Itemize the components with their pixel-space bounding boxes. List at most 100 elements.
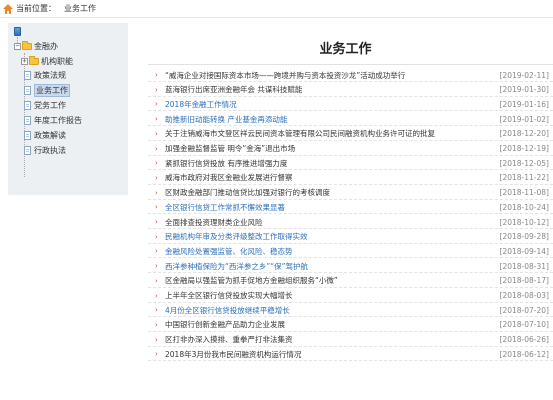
news-row[interactable]: › 上半年全区银行信贷投放实现大幅增长 [2018-08-03] [148,290,553,303]
news-date: [2018-06-12] [499,349,549,359]
breadcrumb-current[interactable]: 业务工作 [64,3,96,14]
bullet-icon: › [155,188,158,197]
news-title-link[interactable]: 金融风险处置强监管、化风险、稳态势 [165,246,473,257]
bullet-icon: › [155,115,158,124]
news-row[interactable]: › 中国银行创新金融产品助力企业发展 [2018-07-10] [148,319,553,332]
bullet-icon: › [155,71,158,79]
sidebar: − 金融办 + 机构职能 政策法规 业务工作 党务工作 年度工作报告 政策解读 … [8,23,128,195]
news-row[interactable]: › 助推新旧动能转换 产业基金再添动能 [2019-01-02] [148,113,553,127]
home-icon [3,3,13,14]
bullet-icon: › [155,85,158,94]
news-title-link[interactable]: 区打非办深入摸排、重拳严打非法集资 [165,334,473,345]
news-row[interactable]: › 全面排查投资理财类企业风险 [2018-10-12] [148,216,553,229]
news-date: [2018-08-17] [499,276,549,286]
news-date: [2018-08-31] [499,261,549,271]
news-row[interactable]: › 区财政金融部门推动信贷比加强对银行的考核调度 [2018-11-08] [148,187,553,200]
sidebar-item-dangwu[interactable]: 党务工作 [24,99,66,111]
bullet-icon: › [155,218,158,226]
news-date: [2018-11-22] [499,173,549,183]
news-title-link[interactable]: 威海市政府对我区金融业发展进行督察 [165,172,473,183]
news-title-link[interactable]: 关于注销威海市文登区祥云民间资本管理有限公司民间融资机构业务许可证的批复 [165,128,473,139]
news-title-link[interactable]: 上半年全区银行信贷投放实现大幅增长 [165,290,473,301]
breadcrumb: 当前位置： 业务工作 [0,0,553,18]
document-icon [24,115,31,125]
news-title-link[interactable]: 全区银行信贷工作常抓不懈效果显著 [165,202,473,213]
bullet-icon: › [155,144,158,153]
news-date: [2018-07-20] [499,305,549,315]
news-title-link[interactable]: 蓝海银行出席亚洲金融年会 共谋科技赋能 [165,84,473,95]
sidebar-item-label-selected[interactable]: 业务工作 [34,83,70,97]
bullet-icon: › [155,262,158,271]
sidebar-item-zhengce-fagui[interactable]: 政策法规 [24,69,66,81]
sidebar-item-label[interactable]: 机构职能 [41,56,73,67]
news-date: [2018-08-03] [499,291,549,300]
news-row[interactable]: › 2018年金融工作情况 [2019-01-16] [148,98,553,112]
sidebar-item-zhifa[interactable]: 行政执法 [24,144,66,156]
tree-root-label[interactable]: 金融办 [34,41,58,52]
news-row[interactable]: › 4月份全区银行信贷投放继续平稳增长 [2018-07-20] [148,304,553,318]
tree-node-root[interactable]: − 金融办 [14,40,58,52]
news-row[interactable]: › 紧抓银行信贷投放 有序推进增强力度 [2018-12-05] [148,157,553,171]
bullet-icon: › [155,291,158,300]
news-row[interactable]: › 金融风险处置强监管、化风险、稳态势 [2018-09-14] [148,245,553,259]
news-row[interactable]: › “威海企业对接国际资本市场——跨境并购与资本投资沙龙”活动成功举行 [2019-… [148,69,553,82]
news-date: [2018-07-10] [499,320,549,330]
document-icon [24,130,31,140]
news-date: [2018-12-20] [499,129,549,139]
bullet-icon: › [155,350,158,359]
news-title-link[interactable]: 全面排查投资理财类企业风险 [165,217,473,228]
news-title-link[interactable]: 区财政金融部门推动信贷比加强对银行的考核调度 [165,187,473,198]
news-row[interactable]: › 区打非办深入摸排、重拳严打非法集资 [2018-06-26] [148,334,553,347]
sidebar-item-label[interactable]: 党务工作 [34,100,66,111]
sidebar-item-jigou[interactable]: + 机构职能 [21,55,73,67]
news-row[interactable]: › 关于注销威海市文登区祥云民间资本管理有限公司民间融资机构业务许可证的批复 [20… [148,128,553,141]
sidebar-item-jiedu[interactable]: 政策解读 [24,129,66,141]
news-title-link[interactable]: 西洋参种植保险为“西洋参之乡”“保”驾护航 [165,261,473,272]
bullet-icon: › [155,247,158,256]
sidebar-item-label[interactable]: 年度工作报告 [34,115,82,126]
news-row[interactable]: › 民融机构年审及分类评级整改工作取得实效 [2018-09-28] [148,231,553,244]
news-row[interactable]: › 2018年3月份我市民间融资机构运行情况 [2018-06-12] [148,348,553,362]
news-row[interactable]: › 全区银行信贷工作常抓不懈效果显著 [2018-10-24] [148,201,553,215]
sidebar-item-label[interactable]: 政策法规 [34,70,66,81]
news-row[interactable]: › 威海市政府对我区金融业发展进行督察 [2018-11-22] [148,172,553,185]
news-title-link[interactable]: 2018年金融工作情况 [165,99,473,110]
news-title-link[interactable]: 加强金融监督监管 明令“金海”退出市场 [165,143,473,154]
sidebar-item-yewu[interactable]: 业务工作 [24,83,70,97]
news-title-link[interactable]: 助推新旧动能转换 产业基金再添动能 [165,114,473,125]
title-divider [148,64,553,65]
sidebar-item-niandu[interactable]: 年度工作报告 [24,114,82,126]
bullet-icon: › [155,173,158,182]
news-row[interactable]: › 西洋参种植保险为“西洋参之乡”“保”驾护航 [2018-08-31] [148,260,553,274]
news-title-link[interactable]: 4月份全区银行信贷投放继续平稳增长 [165,305,473,316]
news-row[interactable]: › 蓝海银行出席亚洲金融年会 共谋科技赋能 [2019-01-30] [148,84,553,97]
collapse-icon[interactable]: − [14,42,21,50]
sidebar-item-label[interactable]: 政策解读 [34,130,66,141]
bullet-icon: › [155,100,158,109]
document-icon [24,70,31,80]
news-row[interactable]: › 区金融局以强监管为抓手促地方金融组织服务“小微” [2018-08-17] [148,275,553,288]
news-title-link[interactable]: 中国银行创新金融产品助力企业发展 [165,319,473,330]
news-title-link[interactable]: 2018年3月份我市民间融资机构运行情况 [165,349,473,360]
news-date: [2018-11-08] [499,188,549,198]
bullet-icon: › [155,203,158,212]
news-date: [2019-02-11] [499,70,549,80]
news-date: [2018-09-28] [499,232,549,242]
news-title-link[interactable]: 民融机构年审及分类评级整改工作取得实效 [165,231,473,242]
news-title-link[interactable]: “威海企业对接国际资本市场——跨境并购与资本投资沙龙”活动成功举行 [165,70,473,81]
sidebar-item-label[interactable]: 行政执法 [34,145,66,156]
news-date: [2018-06-26] [499,335,549,345]
expand-icon[interactable]: + [21,57,28,65]
news-date: [2019-01-16] [499,99,549,109]
news-date: [2018-09-14] [499,246,549,256]
news-title-link[interactable]: 区金融局以强监管为抓手促地方金融组织服务“小微” [165,275,473,286]
page-title: 业务工作 [319,42,372,57]
news-title-link[interactable]: 紧抓银行信贷投放 有序推进增强力度 [165,158,473,169]
news-row[interactable]: › 加强金融监督监管 明令“金海”退出市场 [2018-12-19] [148,143,553,156]
bullet-icon: › [155,306,158,315]
folder-icon [29,55,39,65]
bullet-icon: › [155,159,158,168]
news-date: [2019-01-02] [499,114,549,124]
bullet-icon: › [155,335,158,344]
folder-open-icon [22,40,32,50]
